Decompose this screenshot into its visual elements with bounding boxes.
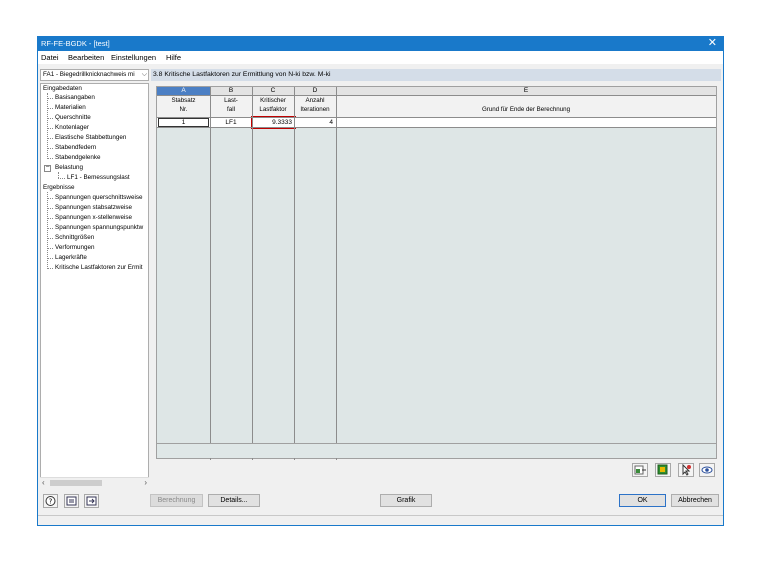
table-footer-bar — [157, 443, 716, 458]
collapse-icon[interactable]: − — [44, 164, 51, 172]
main-window: RF-FE-BGDK - [test] ✕ Datei Bearbeiten E… — [37, 36, 724, 526]
import-icon[interactable] — [64, 494, 79, 508]
tree-item-spannungen-querschnitt[interactable]: Spannungen querschnittsweise — [55, 194, 143, 202]
cell-iterationen[interactable]: 4 — [294, 118, 336, 127]
cell-lastfaktor[interactable]: 9.3333 — [251, 116, 296, 129]
scroll-left-icon[interactable]: ‹ — [42, 478, 45, 487]
header-iterationen: Anzahl Iterationen — [294, 95, 336, 117]
abbrechen-button[interactable]: Abbrechen — [671, 494, 719, 507]
tree-header-results[interactable]: Ergebnisse — [43, 184, 75, 192]
tree-item-basisangaben[interactable]: Basisangaben — [55, 94, 95, 102]
tree-item-querschnitte[interactable]: Querschnitte — [55, 114, 91, 122]
view-eye-icon[interactable] — [699, 463, 715, 477]
menu-einstellungen[interactable]: Einstellungen — [111, 53, 156, 62]
chevron-down-icon[interactable]: ⌵ — [142, 70, 147, 80]
header-stabsatz: Stabsatz Nr. — [157, 95, 210, 117]
cell-grund[interactable] — [336, 118, 716, 127]
tree-item-stabendfedern[interactable]: Stabendfedern — [55, 144, 96, 152]
panel-title: 3.8 Kritische Lastfaktoren zur Ermittlun… — [151, 69, 721, 81]
close-icon[interactable]: ✕ — [708, 37, 717, 50]
header-lastfall: Last- fall — [210, 95, 252, 117]
tree-item-verformungen[interactable]: Verformungen — [55, 244, 95, 252]
tree-item-kritische-lastfaktoren[interactable]: Kritische Lastfaktoren zur Ermit — [55, 264, 143, 272]
status-bar-divider — [38, 515, 723, 516]
tree-item-spannungen-stabsatz[interactable]: Spannungen stabsatzweise — [55, 204, 132, 212]
tree-item-lf1[interactable]: LF1 - Bemessungslast — [67, 174, 130, 182]
excel-export-icon[interactable] — [632, 463, 648, 477]
tree-item-spannungen-punkt[interactable]: Spannungen spannungspunktw — [55, 224, 143, 232]
menu-datei[interactable]: Datei — [41, 53, 59, 62]
export-icon[interactable] — [84, 494, 99, 508]
tree-header-input[interactable]: Eingabedaten — [43, 85, 82, 93]
menu-bearbeiten[interactable]: Bearbeiten — [68, 53, 104, 62]
header-lastfaktor: Kritischer Lastfaktor — [252, 95, 294, 117]
tree-item-spannungen-x-stelle[interactable]: Spannungen x-stellenweise — [55, 214, 132, 222]
tree-item-schnittgroessen[interactable]: Schnittgrößen — [55, 234, 94, 242]
tree-scrollbar[interactable]: ‹ › — [40, 477, 149, 487]
cell-lastfall[interactable]: LF1 — [210, 118, 252, 127]
column-letter-d[interactable]: D — [294, 87, 336, 95]
column-letter-e[interactable]: E — [336, 87, 716, 95]
tree-item-materialien[interactable]: Materialien — [55, 104, 86, 112]
results-table: A B C D E Stabsatz Nr. Last- fall Kritis… — [156, 86, 717, 460]
scroll-right-icon[interactable]: › — [144, 478, 147, 487]
help-icon[interactable]: ? — [43, 494, 58, 508]
table-export-icon[interactable] — [655, 463, 671, 477]
menu-hilfe[interactable]: Hilfe — [166, 53, 181, 62]
tree-item-belastung[interactable]: Belastung — [55, 164, 83, 172]
svg-text:?: ? — [49, 498, 53, 506]
ok-button[interactable]: OK — [619, 494, 666, 507]
column-letter-b[interactable]: B — [210, 87, 252, 95]
tree-item-stabendgelenke[interactable]: Stabendgelenke — [55, 154, 101, 162]
case-selector-value: FA1 - Biegedrillknicknachweis mi — [43, 71, 135, 78]
tree-item-stabbettungen[interactable]: Elastische Stabbettungen — [55, 134, 126, 142]
tree-item-knotenlager[interactable]: Knotenlager — [55, 124, 89, 132]
details-button[interactable]: Details... — [208, 494, 260, 507]
berechnung-button[interactable]: Berechnung — [150, 494, 203, 507]
case-selector[interactable]: FA1 - Biegedrillknicknachweis mi ⌵ — [40, 69, 149, 81]
menu-bar: Datei Bearbeiten Einstellungen Hilfe — [38, 51, 723, 64]
column-letter-c[interactable]: C — [252, 87, 294, 95]
navigator-tree: Eingabedaten Basisangaben Materialien Qu… — [40, 83, 149, 487]
header-grund: Grund für Ende der Berechnung — [336, 95, 716, 117]
window-title: RF-FE-BGDK - [test] — [41, 39, 110, 48]
pointer-select-icon[interactable] — [678, 463, 694, 477]
tree-item-lagerkraefte[interactable]: Lagerkräfte — [55, 254, 87, 262]
title-bar: RF-FE-BGDK - [test] ✕ — [38, 37, 723, 51]
cell-stabsatz[interactable]: 1 — [157, 118, 210, 127]
scroll-thumb[interactable] — [50, 480, 102, 486]
column-letter-a[interactable]: A — [157, 87, 210, 95]
grafik-button[interactable]: Grafik — [380, 494, 432, 507]
